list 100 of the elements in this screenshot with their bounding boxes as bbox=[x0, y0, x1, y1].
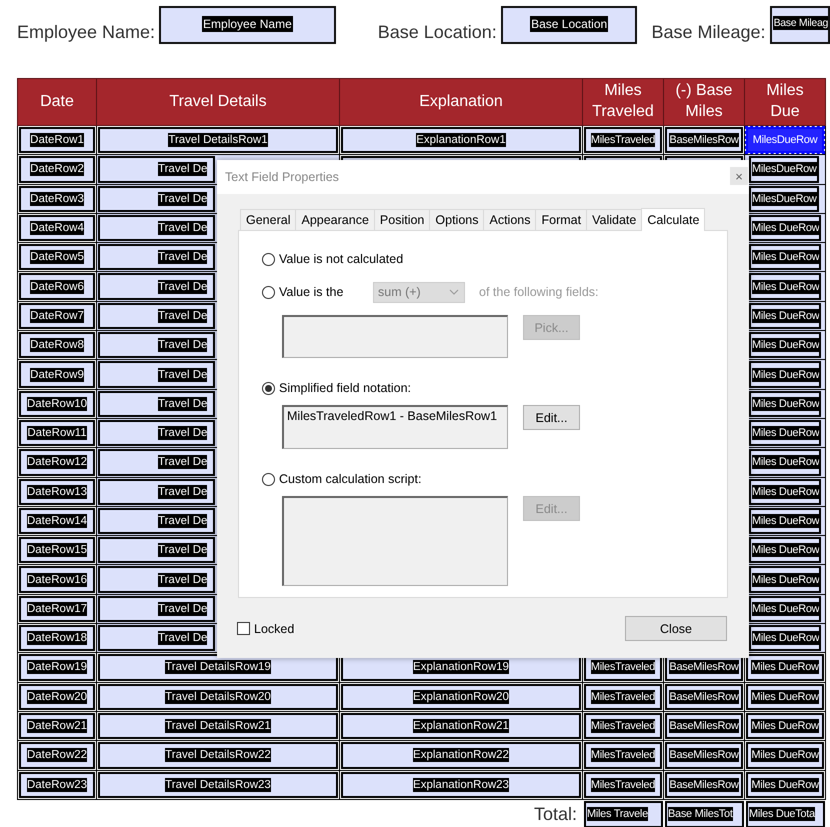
form-field[interactable]: Miles DueRow bbox=[749, 214, 822, 242]
text-area[interactable] bbox=[282, 315, 508, 358]
form-field[interactable]: DateRow2 bbox=[19, 156, 95, 183]
radio-button[interactable] bbox=[262, 382, 275, 394]
form-field[interactable]: Travel De bbox=[98, 332, 215, 358]
form-field[interactable]: Miles DueRow bbox=[749, 596, 822, 622]
form-field[interactable]: DateRow23 bbox=[19, 772, 95, 798]
form-field[interactable]: Travel De bbox=[98, 361, 215, 388]
form-field[interactable]: Travel De bbox=[98, 302, 215, 330]
form-field[interactable]: DateRow17 bbox=[19, 596, 95, 622]
form-field[interactable]: Travel De bbox=[98, 508, 215, 534]
form-field[interactable]: Miles DueRow bbox=[749, 566, 822, 593]
form-field[interactable]: Travel De bbox=[98, 273, 215, 300]
form-field[interactable]: Travel DetailsRow22 bbox=[98, 742, 338, 769]
form-field[interactable]: DateRow1 bbox=[19, 127, 95, 154]
form-field[interactable]: DateRow12 bbox=[19, 449, 95, 476]
form-field[interactable]: DateRow3 bbox=[19, 186, 95, 212]
form-field[interactable]: Miles DueRow bbox=[746, 772, 824, 798]
form-field[interactable]: Travel De bbox=[98, 420, 215, 446]
text-area[interactable] bbox=[282, 496, 508, 586]
form-field[interactable]: ExplanationRow22 bbox=[341, 742, 581, 769]
radio-button[interactable] bbox=[262, 252, 275, 266]
form-field[interactable]: ExplanationRow23 bbox=[341, 772, 581, 798]
form-field[interactable]: DateRow5 bbox=[19, 244, 95, 270]
form-field[interactable]: ExplanationRow21 bbox=[341, 712, 581, 740]
form-field[interactable]: DateRow18 bbox=[19, 625, 95, 652]
form-field[interactable]: Miles DueRow bbox=[749, 332, 822, 358]
form-field[interactable]: Miles DueRow bbox=[746, 742, 824, 769]
form-field[interactable]: DateRow15 bbox=[19, 537, 95, 564]
form-field[interactable]: Travel De bbox=[98, 186, 215, 212]
form-field[interactable]: Travel De bbox=[98, 214, 215, 242]
form-field[interactable]: Travel DetailsRow1 bbox=[98, 127, 338, 154]
form-field[interactable]: BaseMilesRow bbox=[665, 127, 743, 154]
form-field[interactable]: MilesTraveled bbox=[584, 772, 662, 798]
form-field[interactable]: Travel De bbox=[98, 390, 215, 417]
form-field[interactable]: DateRow7 bbox=[19, 302, 95, 330]
form-field[interactable]: ExplanationRow20 bbox=[341, 684, 581, 710]
form-field[interactable]: DateRow13 bbox=[19, 478, 95, 505]
form-field[interactable]: Travel De bbox=[98, 244, 215, 270]
close-button[interactable]: × bbox=[730, 167, 748, 185]
tab[interactable]: Appearance bbox=[295, 209, 375, 230]
form-field[interactable]: MilesDueRow bbox=[749, 156, 819, 183]
form-field[interactable]: Miles DueTota bbox=[746, 800, 825, 827]
form-field[interactable]: Miles DueRow bbox=[749, 537, 822, 564]
form-field[interactable]: Travel DetailsRow23 bbox=[98, 772, 338, 798]
form-field[interactable]: Base Mileag bbox=[770, 6, 830, 44]
form-field[interactable]: Travel DetailsRow19 bbox=[98, 654, 338, 681]
form-field[interactable]: Travel De bbox=[98, 537, 215, 564]
form-field[interactable]: DateRow21 bbox=[19, 712, 95, 740]
form-field[interactable]: Miles DueRow bbox=[746, 654, 824, 681]
tab[interactable]: General bbox=[240, 209, 296, 230]
form-field[interactable]: Miles DueRow bbox=[749, 273, 822, 300]
form-field[interactable]: Miles DueRow bbox=[749, 244, 822, 270]
text-area[interactable]: MilesTraveledRow1 - BaseMilesRow1 bbox=[282, 405, 508, 449]
form-field[interactable]: Employee Name bbox=[159, 6, 336, 44]
form-field[interactable]: Miles DueRow bbox=[749, 449, 822, 476]
form-field[interactable]: Travel DetailsRow21 bbox=[98, 712, 338, 740]
form-field[interactable]: BaseMilesRow bbox=[665, 684, 743, 710]
form-field[interactable]: Miles DueRow bbox=[749, 420, 822, 446]
form-field[interactable]: Miles DueRow bbox=[749, 625, 822, 652]
form-field[interactable]: DateRow8 bbox=[19, 332, 95, 358]
form-field[interactable]: DateRow16 bbox=[19, 566, 95, 593]
form-field[interactable]: Miles DueRow bbox=[749, 508, 822, 534]
form-field[interactable]: DateRow4 bbox=[19, 214, 95, 242]
checkbox[interactable] bbox=[237, 622, 250, 635]
form-field[interactable]: DateRow19 bbox=[19, 654, 95, 681]
form-field[interactable]: DateRow14 bbox=[19, 508, 95, 534]
form-field[interactable]: MilesTraveled bbox=[584, 127, 662, 154]
form-field[interactable]: Travel De bbox=[98, 566, 215, 593]
form-field[interactable]: Travel De bbox=[98, 596, 215, 622]
form-field[interactable]: DateRow6 bbox=[19, 273, 95, 300]
form-field[interactable]: Miles Travele bbox=[584, 800, 663, 827]
form-field[interactable]: ExplanationRow1 bbox=[341, 127, 581, 154]
form-field[interactable]: MilesTraveled bbox=[584, 712, 662, 740]
form-field[interactable]: Miles DueRow bbox=[749, 478, 822, 505]
form-field[interactable]: Travel DetailsRow20 bbox=[98, 684, 338, 710]
tab[interactable]: Options bbox=[429, 209, 484, 230]
form-field[interactable]: Miles DueRow bbox=[749, 390, 822, 417]
form-field[interactable]: MilesTraveled bbox=[584, 684, 662, 710]
form-field[interactable]: Travel De bbox=[98, 625, 215, 652]
form-field[interactable]: Travel De bbox=[98, 478, 215, 505]
form-field[interactable]: Travel De bbox=[98, 156, 215, 183]
edit-button[interactable]: Edit... bbox=[523, 405, 580, 430]
form-field[interactable]: MilesDueRow bbox=[746, 127, 824, 154]
form-field[interactable]: MilesTraveled bbox=[584, 742, 662, 769]
form-field[interactable]: Travel De bbox=[98, 449, 215, 476]
close-button[interactable]: Close bbox=[625, 616, 727, 641]
form-field[interactable]: Base MilesTot bbox=[665, 800, 744, 827]
form-field[interactable]: DateRow20 bbox=[19, 684, 95, 710]
form-field[interactable]: DateRow9 bbox=[19, 361, 95, 388]
form-field[interactable]: Miles DueRow bbox=[749, 361, 822, 388]
form-field[interactable]: Miles DueRow bbox=[749, 302, 822, 330]
form-field[interactable]: Base Location bbox=[500, 6, 638, 44]
form-field[interactable]: BaseMilesRow bbox=[665, 712, 743, 740]
form-field[interactable]: MilesDueRow bbox=[749, 186, 819, 212]
form-field[interactable]: BaseMilesRow bbox=[665, 772, 743, 798]
form-field[interactable]: Miles DueRow bbox=[746, 712, 824, 740]
form-field[interactable]: DateRow11 bbox=[19, 420, 95, 446]
form-field[interactable]: Miles DueRow bbox=[746, 684, 824, 710]
form-field[interactable]: DateRow22 bbox=[19, 742, 95, 769]
